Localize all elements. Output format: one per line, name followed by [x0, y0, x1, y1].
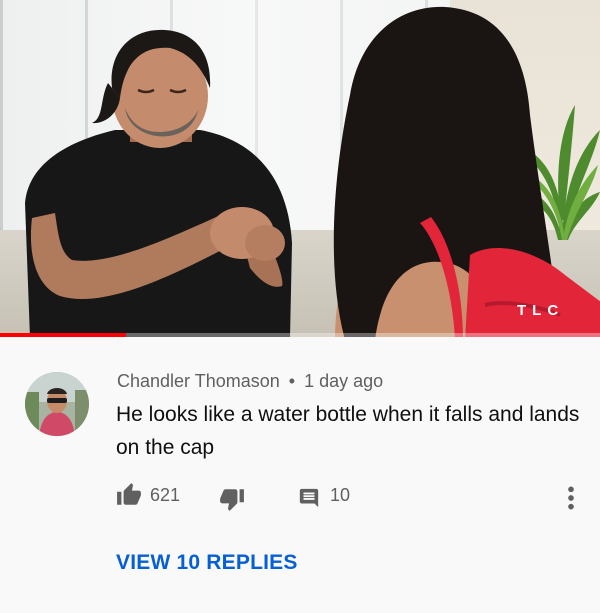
avatar[interactable]: [25, 372, 89, 436]
comment-text: He looks like a water bottle when it fal…: [116, 403, 580, 459]
comment-icon[interactable]: [298, 485, 320, 511]
avatar-image: [25, 372, 89, 436]
more-vertical-icon[interactable]: [566, 485, 576, 511]
channel-logo: TLC: [517, 302, 565, 319]
video-progress-bar[interactable]: [0, 333, 600, 337]
thumbs-down-icon[interactable]: [219, 486, 245, 512]
reply-count: 10: [330, 485, 351, 505]
man-image: [25, 29, 292, 337]
like-count: 621: [150, 485, 181, 505]
video-progress-fill: [0, 333, 126, 337]
comment-meta: Chandler Thomason • 1 day ago: [117, 371, 383, 392]
comment-author[interactable]: Chandler Thomason: [117, 371, 280, 391]
view-replies-button[interactable]: VIEW 10 REPLIES: [116, 551, 298, 575]
comment-timestamp[interactable]: 1 day ago: [304, 371, 383, 391]
video-player[interactable]: TLC: [0, 0, 600, 337]
thumbs-up-icon[interactable]: [116, 482, 142, 508]
meta-separator: •: [288, 371, 296, 391]
woman-image: [333, 6, 600, 337]
